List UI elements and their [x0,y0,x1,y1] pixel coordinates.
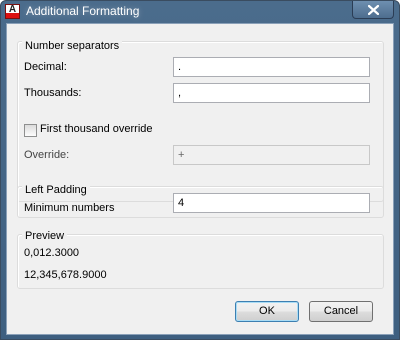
minimum-numbers-label: Minimum numbers [24,202,115,214]
app-icon-red-bar [6,13,19,18]
override-input[interactable]: + [173,145,370,165]
decimal-label: Decimal: [24,61,67,73]
left-padding-title: Left Padding [22,184,90,196]
decimal-input[interactable]: . [173,57,370,77]
number-separators-title: Number separators [22,40,123,52]
minimum-numbers-input[interactable]: 4 [173,193,370,213]
number-separators-group: Number separators Decimal: . Thousands: … [17,40,384,202]
override-label: Override: [24,149,70,161]
thousands-input[interactable]: , [173,83,370,103]
left-padding-group: Left Padding Minimum numbers 4 [17,184,384,218]
dialog-title: Additional Formatting [26,4,140,18]
preview-title: Preview [22,230,68,242]
dialog-client-area: Number separators Decimal: . Thousands: … [6,23,394,335]
close-icon [367,4,379,15]
title-bar[interactable]: A Additional Formatting [1,1,399,22]
first-thousand-override-checkbox[interactable] [24,124,37,137]
autocad-app-icon: A [5,4,20,19]
preview-line-1: 0,012.3000 [24,247,80,259]
ok-button[interactable]: OK [235,301,299,322]
thousands-label: Thousands: [24,87,82,99]
preview-line-2: 12,345,678.9000 [24,269,107,281]
first-thousand-override-label[interactable]: First thousand override [40,123,153,135]
cancel-button[interactable]: Cancel [309,301,373,322]
preview-group: Preview 0,012.3000 12,345,678.9000 [17,230,384,289]
close-button[interactable] [352,1,394,19]
dialog-window: A Additional Formatting Number separator… [0,0,400,340]
